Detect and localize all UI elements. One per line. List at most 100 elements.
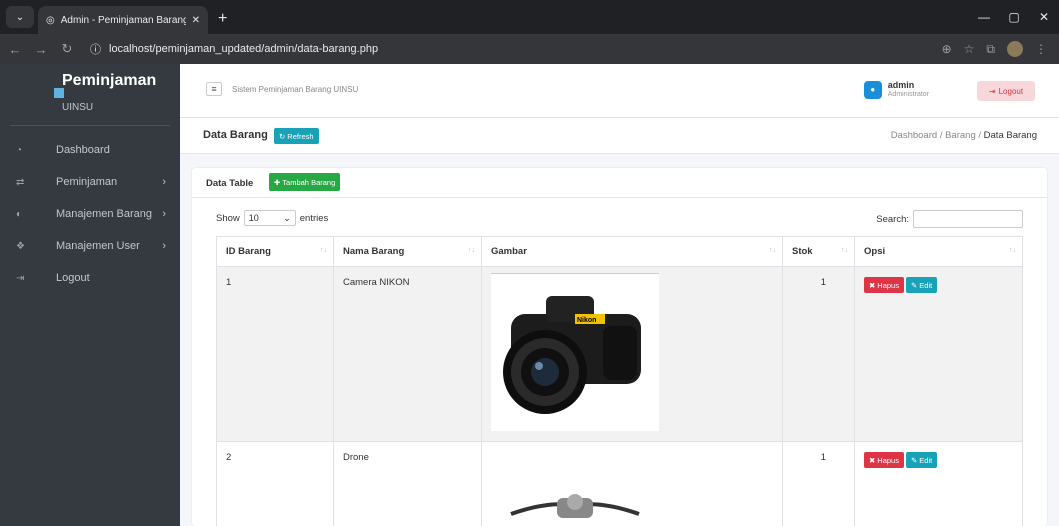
minimize-button[interactable]: — bbox=[969, 10, 999, 24]
search-control: Search: bbox=[876, 210, 1023, 228]
col-options[interactable]: Opsi ↑↓ bbox=[854, 236, 1023, 267]
edit-label: Edit bbox=[919, 455, 933, 465]
search-input[interactable] bbox=[913, 210, 1023, 228]
page-title: Data Barang bbox=[203, 129, 268, 141]
entries-value: 10 bbox=[248, 213, 259, 223]
cell-options: ✖ Hapus ✎ Edit bbox=[854, 441, 1023, 526]
card-title: Data Table bbox=[206, 178, 254, 189]
brand-sub: UINSU bbox=[62, 102, 94, 113]
col-id-label: ID Barang bbox=[226, 246, 271, 257]
plus-icon: ✚ bbox=[274, 177, 281, 187]
back-button[interactable]: ← bbox=[4, 42, 26, 57]
user-icon: ● bbox=[863, 80, 882, 99]
url-text: localhost/peminjaman_updated/admin/data-… bbox=[109, 43, 379, 55]
sign-out-icon: ⇥ bbox=[988, 86, 996, 96]
sidebar-item-label: Manajemen Barang bbox=[56, 208, 153, 220]
sign-out-icon: ⇥ bbox=[16, 272, 25, 284]
hamburger-menu-icon[interactable]: ≡ bbox=[206, 82, 222, 96]
close-tab-icon[interactable]: ✕ bbox=[192, 15, 200, 26]
breadcrumb-barang[interactable]: Barang bbox=[945, 130, 976, 141]
browser-tab[interactable]: ◎ Admin - Peminjaman Barang U ✕ bbox=[38, 6, 208, 34]
sort-icon: ↑↓ bbox=[468, 247, 475, 254]
brand-name: Peminjaman bbox=[62, 72, 157, 89]
restore-button[interactable]: ▢ bbox=[999, 10, 1029, 24]
col-name-label: Nama Barang bbox=[343, 246, 405, 257]
cell-image: Nikon bbox=[481, 266, 783, 442]
logout-button[interactable]: ⇥ Logout bbox=[977, 81, 1035, 101]
show-label: Show bbox=[216, 212, 240, 224]
reload-button[interactable]: ↻ bbox=[56, 41, 78, 57]
profile-avatar[interactable] bbox=[1007, 41, 1023, 57]
camera-nikon-photo: Nikon bbox=[491, 273, 659, 431]
svg-text:Nikon: Nikon bbox=[577, 317, 596, 324]
tab-list-button[interactable]: ⌄ bbox=[6, 6, 34, 28]
cell-name: Drone bbox=[333, 441, 482, 526]
table-row: 1 Camera NIKON Nikon 1 ✖ Hapus ✎ Edit bbox=[216, 266, 1023, 442]
user-role: Administrator bbox=[887, 91, 929, 98]
sidebar-item-dashboard[interactable]: ◔ Dashboard bbox=[0, 134, 180, 166]
sidebar-item-logout[interactable]: ⇥ Logout bbox=[0, 262, 180, 294]
sidebar-item-manajemen-user[interactable]: ❖ Manajemen User › bbox=[0, 230, 180, 262]
info-icon[interactable]: ⓘ bbox=[90, 41, 101, 57]
edit-button[interactable]: ✎ Edit bbox=[905, 277, 938, 293]
zoom-icon[interactable]: ⊕ bbox=[942, 42, 952, 56]
forward-button[interactable]: → bbox=[30, 42, 52, 57]
sort-icon: ↑↓ bbox=[1009, 247, 1016, 254]
col-stock[interactable]: Stok ↑↓ bbox=[782, 236, 855, 267]
sidebar-item-peminjaman[interactable]: ⇄ Peminjaman › bbox=[0, 166, 180, 198]
menu-icon[interactable]: ⋮ bbox=[1035, 42, 1047, 56]
sidebar-item-label: Peminjaman bbox=[56, 176, 118, 188]
star-icon[interactable]: ☆ bbox=[964, 42, 975, 56]
drone-photo bbox=[491, 452, 659, 526]
page-header: Data Barang ↻ Refresh Dashboard / Barang… bbox=[180, 118, 1059, 154]
user-block[interactable]: ● admin Administrator bbox=[863, 80, 929, 99]
edit-button[interactable]: ✎ Edit bbox=[905, 452, 938, 468]
top-navbar: ≡ Sistem Peminjaman Barang UINSU ● admin… bbox=[180, 64, 1059, 118]
breadcrumb-dashboard[interactable]: Dashboard bbox=[891, 130, 937, 141]
cell-name: Camera NIKON bbox=[333, 266, 482, 442]
cell-id: 2 bbox=[216, 441, 334, 526]
col-image[interactable]: Gambar ↑↓ bbox=[481, 236, 783, 267]
delete-button[interactable]: ✖ Hapus bbox=[864, 452, 904, 468]
extensions-icon[interactable]: ⧉ bbox=[986, 42, 995, 57]
address-bar: ← → ↻ ⓘ localhost/peminjaman_updated/adm… bbox=[0, 34, 1059, 64]
col-stock-label: Stok bbox=[792, 246, 813, 257]
refresh-label: Refresh bbox=[287, 131, 314, 141]
box-icon: ◐ bbox=[16, 208, 23, 220]
entries-select[interactable]: 10 ⌄ bbox=[243, 210, 296, 226]
card-header: Data Table ✚ Tambah Barang bbox=[192, 168, 1047, 198]
cell-stock: 1 bbox=[782, 441, 855, 526]
sidebar-item-label: Logout bbox=[56, 272, 90, 284]
items-table: ID Barang ↑↓ Nama Barang ↑↓ Gambar ↑↓ Stok ↑… bbox=[216, 236, 1023, 526]
col-id[interactable]: ID Barang ↑↓ bbox=[216, 236, 334, 267]
delete-button[interactable]: ✖ Hapus bbox=[864, 277, 904, 293]
sidebar: Peminjaman UINSU ◔ Dashboard ⇄ Peminjama… bbox=[0, 64, 180, 526]
chevron-right-icon: › bbox=[162, 240, 166, 252]
tab-title: Admin - Peminjaman Barang U bbox=[60, 14, 186, 26]
sidebar-item-label: Manajemen User bbox=[56, 240, 140, 252]
refresh-icon: ↻ bbox=[279, 131, 286, 141]
chevron-right-icon: › bbox=[162, 176, 166, 188]
sidebar-item-manajemen-barang[interactable]: ◐ Manajemen Barang › bbox=[0, 198, 180, 230]
brand[interactable]: Peminjaman UINSU bbox=[10, 64, 170, 126]
sidebar-item-label: Dashboard bbox=[56, 144, 110, 156]
times-icon: ✖ bbox=[869, 280, 876, 290]
close-window-button[interactable]: ✕ bbox=[1029, 10, 1059, 24]
chevron-down-icon: ⌄ bbox=[283, 212, 291, 223]
breadcrumb-current: Data Barang bbox=[983, 130, 1037, 141]
sort-icon: ↑↓ bbox=[320, 247, 327, 254]
new-tab-button[interactable]: + bbox=[218, 10, 227, 28]
sort-icon: ↑↓ bbox=[841, 247, 848, 254]
add-item-button[interactable]: ✚ Tambah Barang bbox=[269, 173, 341, 191]
users-icon: ❖ bbox=[16, 240, 25, 252]
delete-label: Hapus bbox=[877, 280, 899, 290]
pencil-icon: ✎ bbox=[910, 280, 918, 290]
globe-icon: ◎ bbox=[46, 14, 55, 26]
refresh-button[interactable]: ↻ Refresh bbox=[274, 128, 319, 144]
pencil-icon: ✎ bbox=[910, 455, 918, 465]
col-name[interactable]: Nama Barang ↑↓ bbox=[333, 236, 482, 267]
table-row: 2 Drone 1 ✖ Hapus ✎ Edit bbox=[216, 441, 1023, 526]
col-image-label: Gambar bbox=[491, 246, 527, 257]
col-options-label: Opsi bbox=[864, 246, 886, 257]
url-field[interactable]: ⓘ localhost/peminjaman_updated/admin/dat… bbox=[90, 41, 942, 57]
